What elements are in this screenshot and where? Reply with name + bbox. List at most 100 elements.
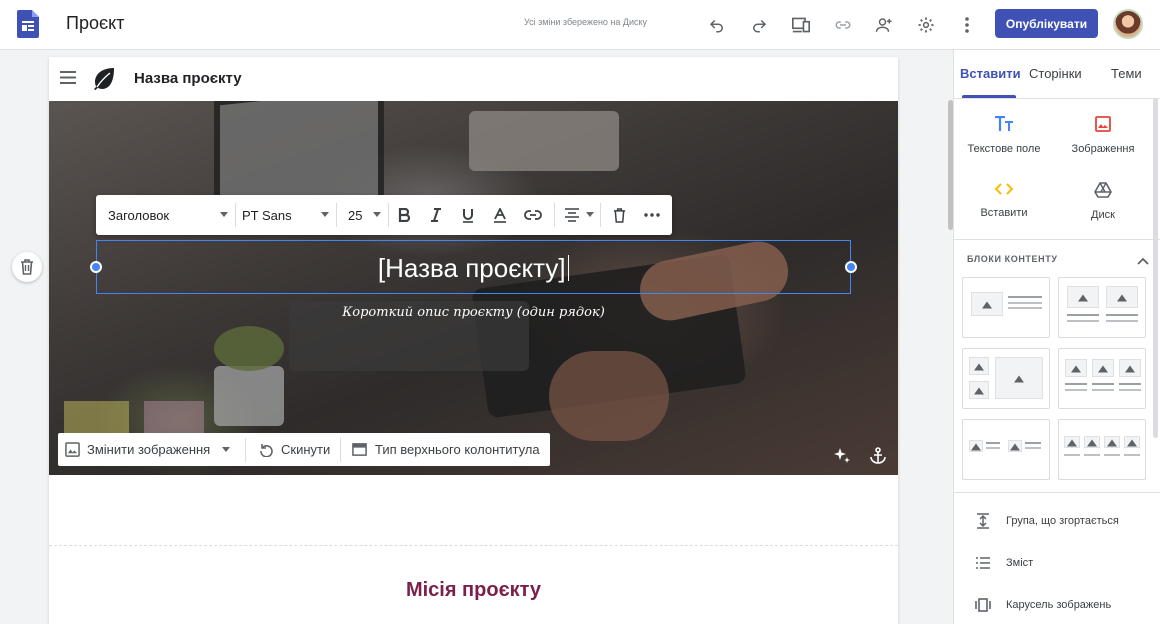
- block-image-placeholder: [969, 440, 983, 452]
- more-vertical-icon[interactable]: [955, 13, 979, 37]
- align-center-icon[interactable]: [561, 204, 583, 226]
- block-line: [1008, 307, 1042, 309]
- block-image-placeholder: [971, 292, 1003, 316]
- block-image-placeholder: [1064, 436, 1080, 448]
- header-type-button[interactable]: Тип верхнього колонтитула: [375, 442, 540, 457]
- menu-hamburger-icon[interactable]: [60, 71, 76, 89]
- preview-devices-icon[interactable]: [789, 13, 813, 37]
- image-icon: [1095, 116, 1111, 132]
- block-image-placeholder: [969, 381, 989, 399]
- italic-icon[interactable]: [425, 204, 447, 226]
- site-name[interactable]: Назва проєкту: [134, 70, 242, 87]
- bold-icon[interactable]: [393, 204, 415, 226]
- insert-image[interactable]: Зображення: [1053, 116, 1153, 155]
- hero-banner[interactable]: Заголовок PT Sans 25 [Назва проєкту] Кор…: [49, 101, 898, 475]
- font-family-caret-icon[interactable]: [321, 212, 329, 217]
- align-caret-icon[interactable]: [586, 212, 594, 217]
- user-avatar[interactable]: [1113, 9, 1143, 39]
- table-of-contents-label: Зміст: [1006, 557, 1034, 569]
- header-image-toolbar: Змінити зображення Скинути Тип верхнього…: [58, 433, 550, 466]
- block-line: [1119, 389, 1141, 391]
- toolbar-divider: [554, 203, 555, 227]
- hero-title-text[interactable]: [Назва проєкту]: [97, 253, 850, 284]
- reset-button[interactable]: Скинути: [281, 442, 330, 457]
- content-block-image-grid[interactable]: [962, 348, 1050, 409]
- tab-pages[interactable]: Сторінки: [1029, 66, 1082, 81]
- block-image-placeholder: [1119, 359, 1141, 377]
- redo-icon[interactable]: [747, 13, 771, 37]
- block-image-placeholder: [1084, 436, 1100, 448]
- section-divider: [49, 545, 898, 546]
- reset-icon[interactable]: [258, 441, 274, 462]
- insert-link-icon[interactable]: [522, 204, 544, 226]
- block-line: [1124, 454, 1140, 456]
- publish-button[interactable]: Опублікувати: [995, 9, 1098, 38]
- sites-logo-icon[interactable]: [17, 10, 39, 43]
- tab-insert[interactable]: Вставити: [960, 66, 1021, 81]
- block-image-placeholder: [1065, 359, 1087, 377]
- delete-trash-icon[interactable]: [608, 204, 630, 226]
- content-block-four-images[interactable]: [1058, 419, 1146, 480]
- title-text-box[interactable]: [Назва проєкту]: [90, 240, 857, 294]
- site-canvas: Назва проєкту Заголовок PT Sans 25 [Назв…: [49, 57, 898, 624]
- insert-text-box[interactable]: Текстове поле: [954, 115, 1054, 155]
- document-title[interactable]: Проєкт: [66, 13, 124, 34]
- block-line: [1106, 320, 1138, 322]
- content-block-image-text[interactable]: [962, 277, 1050, 338]
- collapse-chevron-up-icon[interactable]: [1137, 252, 1149, 270]
- mission-heading[interactable]: Місія проєкту: [49, 579, 898, 602]
- font-size-caret-icon[interactable]: [373, 212, 381, 217]
- image-carousel-label: Карусель зображень: [1006, 599, 1112, 611]
- undo-icon[interactable]: [705, 13, 729, 37]
- sparkle-icon[interactable]: [831, 445, 853, 467]
- change-image-button[interactable]: Змінити зображення: [87, 442, 210, 457]
- block-line: [986, 442, 1000, 444]
- notepad-shape: [144, 401, 204, 437]
- toolbar-divider: [336, 203, 337, 227]
- toolbar-divider: [600, 203, 601, 227]
- text-format-toolbar: Заголовок PT Sans 25: [96, 195, 672, 235]
- anchor-icon[interactable]: [867, 445, 889, 467]
- content-block-three-images[interactable]: [1058, 348, 1146, 409]
- insert-embed[interactable]: Вставити: [954, 182, 1054, 219]
- leaf-logo-icon[interactable]: [92, 66, 116, 95]
- share-add-person-icon[interactable]: [872, 13, 896, 37]
- change-image-caret-icon[interactable]: [222, 447, 230, 452]
- font-family-dropdown[interactable]: PT Sans: [242, 208, 292, 223]
- settings-gear-icon[interactable]: [914, 13, 938, 37]
- font-size-dropdown[interactable]: 25: [348, 208, 362, 223]
- panel-divider: [954, 98, 1160, 99]
- toolbar-divider: [340, 438, 341, 462]
- top-bar: Проєкт Усі зміни збережено на Диску Опуб…: [0, 0, 1160, 50]
- content-block-image-list[interactable]: [962, 419, 1050, 480]
- image-icon[interactable]: [65, 442, 80, 462]
- tab-themes[interactable]: Теми: [1111, 66, 1142, 81]
- block-line: [1065, 389, 1087, 391]
- text-style-dropdown[interactable]: Заголовок: [108, 208, 169, 223]
- header-type-icon[interactable]: [352, 442, 367, 462]
- text-box-icon: [995, 115, 1013, 131]
- hand-shape: [549, 351, 669, 441]
- block-line: [986, 447, 1000, 449]
- block-line: [1106, 314, 1138, 316]
- insert-embed-label: Вставити: [980, 207, 1028, 219]
- text-color-icon[interactable]: [489, 204, 511, 226]
- panel-divider: [954, 492, 1160, 493]
- insert-drive[interactable]: Диск: [1053, 182, 1153, 221]
- block-line: [1119, 383, 1141, 385]
- save-status: Усі зміни збережено на Диску: [524, 17, 648, 27]
- hero-subtitle[interactable]: Короткий опис проєкту (один рядок): [49, 305, 898, 320]
- underline-icon[interactable]: [457, 204, 479, 226]
- link-icon[interactable]: [831, 13, 855, 37]
- table-of-contents-icon: [974, 554, 992, 572]
- text-style-caret-icon[interactable]: [220, 212, 228, 217]
- more-horizontal-icon[interactable]: [641, 204, 663, 226]
- toolbar-divider: [235, 203, 236, 227]
- delete-section-button[interactable]: [12, 252, 42, 282]
- content-block-two-images[interactable]: [1058, 277, 1146, 338]
- panel-scrollbar[interactable]: [1153, 98, 1158, 438]
- block-image-placeholder: [1067, 286, 1099, 308]
- hero-title[interactable]: [Назва проєкту]: [378, 253, 566, 283]
- plant-pot-shape: [214, 366, 284, 426]
- block-line: [1008, 302, 1042, 304]
